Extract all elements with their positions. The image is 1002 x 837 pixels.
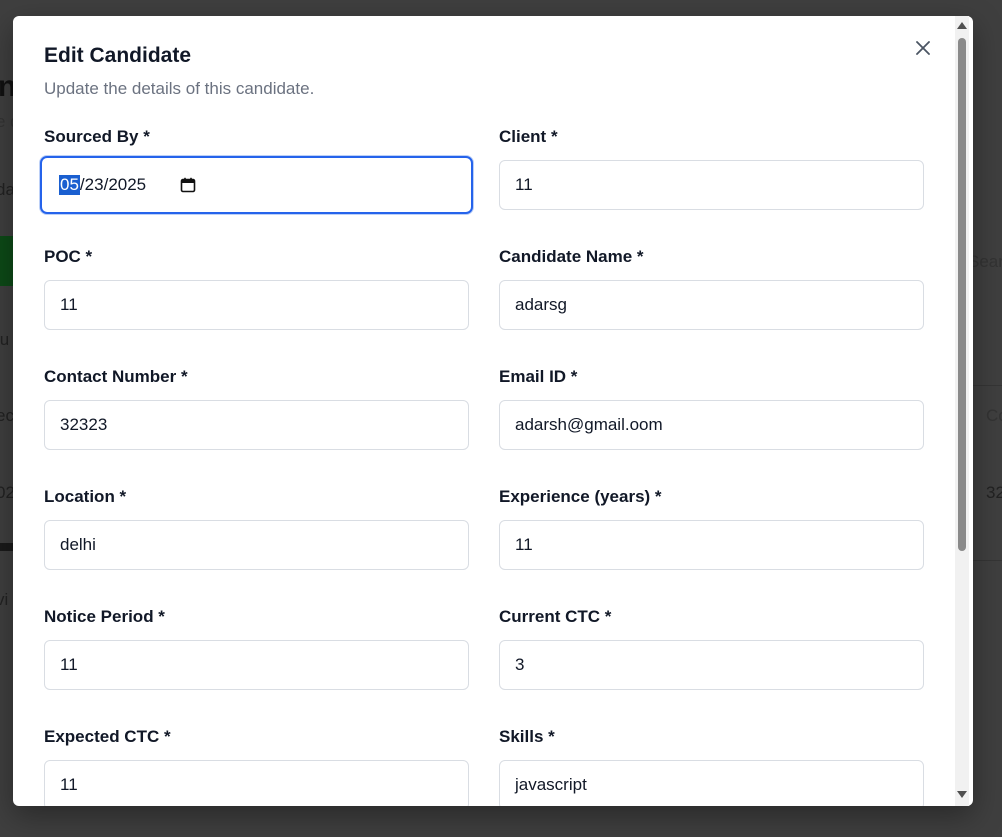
field-sourced-by: Sourced By * 05/23/2025 xyxy=(40,126,473,214)
dialog-scrollbar[interactable] xyxy=(955,16,969,806)
date-day-segment[interactable]: 23 xyxy=(85,175,104,195)
current-ctc-input[interactable]: 3 xyxy=(499,640,924,690)
bg-search-fragment: Sear xyxy=(968,252,1002,271)
notice-period-input[interactable]: 11 xyxy=(44,640,469,690)
bg-text-fragment: ec xyxy=(0,406,14,425)
field-label: Client * xyxy=(499,127,558,146)
date-year-segment[interactable]: 2025 xyxy=(108,175,146,195)
bg-column-fragment: Co xyxy=(986,406,1002,425)
field-email-id: Email ID * adarsh@gmail.oom xyxy=(499,366,924,450)
experience-input[interactable]: 11 xyxy=(499,520,924,570)
edit-candidate-dialog: Edit Candidate Update the details of thi… xyxy=(13,16,973,806)
field-label: Skills * xyxy=(499,727,555,746)
location-input[interactable]: delhi xyxy=(44,520,469,570)
field-label: Notice Period * xyxy=(44,607,165,626)
field-label: Email ID * xyxy=(499,367,578,386)
scroll-down-arrow-icon[interactable] xyxy=(957,791,967,798)
field-client: Client * 11 xyxy=(499,126,924,210)
field-label: Contact Number * xyxy=(44,367,188,386)
poc-input[interactable]: 11 xyxy=(44,280,469,330)
field-label: POC * xyxy=(44,247,93,266)
bg-text-fragment: iu xyxy=(0,330,10,349)
bg-divider xyxy=(0,543,14,551)
field-current-ctc: Current CTC * 3 xyxy=(499,606,924,690)
field-label: Candidate Name * xyxy=(499,247,644,266)
email-id-input[interactable]: adarsh@gmail.oom xyxy=(499,400,924,450)
bg-row-divider xyxy=(973,560,1002,561)
dialog-description: Update the details of this candidate. xyxy=(44,79,315,98)
bg-row-divider xyxy=(973,385,1002,386)
scrollbar-thumb[interactable] xyxy=(958,38,966,551)
bg-button-fragment: d xyxy=(0,236,14,286)
field-skills: Skills * javascript xyxy=(499,726,924,806)
field-notice-period: Notice Period * 11 xyxy=(44,606,469,690)
close-icon xyxy=(916,41,930,55)
field-poc: POC * 11 xyxy=(44,246,469,330)
field-label: Current CTC * xyxy=(499,607,612,626)
expected-ctc-input[interactable]: 11 xyxy=(44,760,469,806)
bg-cell-fragment: 32 xyxy=(986,483,1002,502)
bg-text-fragment: vi xyxy=(0,590,9,609)
field-candidate-name: Candidate Name * adarsg xyxy=(499,246,924,330)
skills-input[interactable]: javascript xyxy=(499,760,924,806)
field-label: Experience (years) * xyxy=(499,487,662,506)
close-button[interactable] xyxy=(911,36,935,60)
contact-number-input[interactable]: 32323 xyxy=(44,400,469,450)
field-label: Sourced By * xyxy=(44,127,150,146)
field-expected-ctc: Expected CTC * 11 xyxy=(44,726,469,806)
client-input[interactable]: 11 xyxy=(499,160,924,210)
date-month-segment[interactable]: 05 xyxy=(59,175,80,195)
field-location: Location * delhi xyxy=(44,486,469,570)
candidate-name-input[interactable]: adarsg xyxy=(499,280,924,330)
dialog-title: Edit Candidate xyxy=(44,44,192,67)
field-label: Location * xyxy=(44,487,127,506)
scroll-up-arrow-icon[interactable] xyxy=(957,22,967,29)
field-label: Expected CTC * xyxy=(44,727,171,746)
sourced-by-date-input[interactable]: 05/23/2025 xyxy=(40,156,473,214)
calendar-icon[interactable] xyxy=(180,177,196,193)
field-contact-number: Contact Number * 32323 xyxy=(44,366,469,450)
field-experience: Experience (years) * 11 xyxy=(499,486,924,570)
